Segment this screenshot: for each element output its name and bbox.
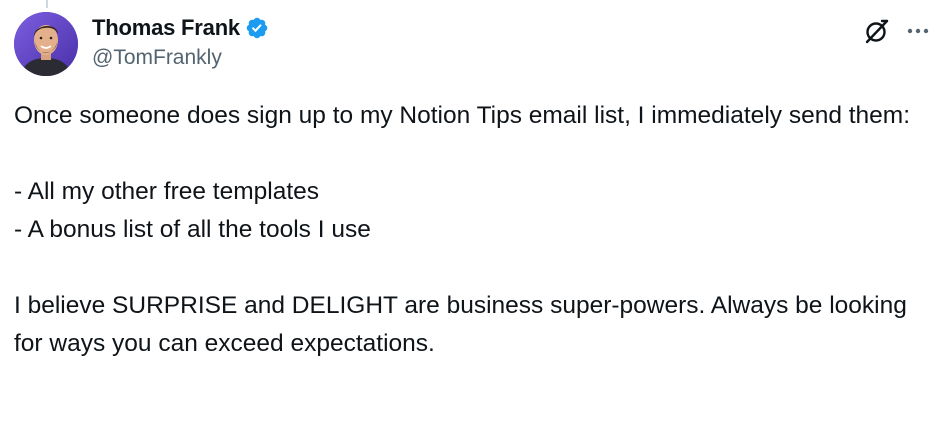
tweet-list-item: - A bonus list of all the tools I use	[14, 216, 371, 243]
name-row: Thomas Frank	[92, 14, 269, 42]
tweet-actions	[862, 16, 932, 46]
verified-badge-icon[interactable]	[245, 16, 269, 40]
author-display-name[interactable]: Thomas Frank	[92, 15, 240, 41]
tweet-list-item: - All my other free templates	[14, 178, 320, 205]
author-identity: Thomas Frank @TomFrankly	[92, 14, 269, 70]
author-handle[interactable]: @TomFrankly	[92, 46, 269, 70]
grok-icon[interactable]	[862, 16, 892, 46]
avatar-photo-icon	[14, 12, 78, 76]
more-options-icon[interactable]	[904, 17, 932, 45]
tweet-text: Once someone does sign up to my Notion T…	[14, 97, 926, 363]
tweet-paragraph: Once someone does sign up to my Notion T…	[14, 102, 911, 129]
tweet-paragraph: I believe SURPRISE and DELIGHT are busin…	[14, 292, 914, 357]
avatar[interactable]	[14, 12, 78, 76]
tweet-header: Thomas Frank @TomFrankly	[14, 12, 932, 76]
thread-connector-line	[46, 0, 48, 8]
